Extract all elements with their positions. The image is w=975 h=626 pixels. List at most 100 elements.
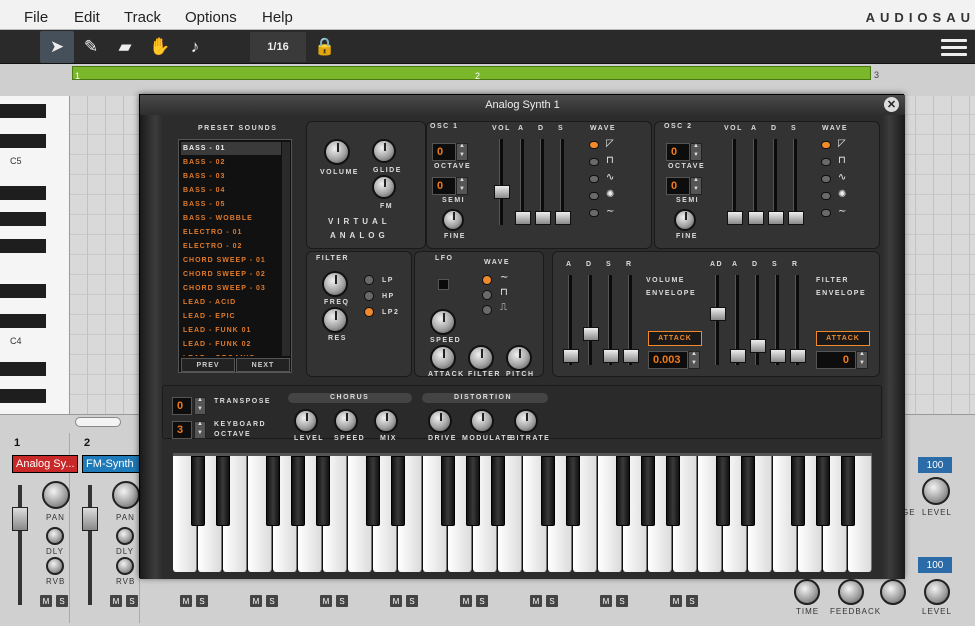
pointer-tool-button[interactable]: ➤ bbox=[40, 31, 74, 63]
next-preset-button[interactable]: NEXT bbox=[236, 358, 290, 372]
black-key[interactable] bbox=[0, 389, 46, 403]
black-key[interactable] bbox=[541, 456, 555, 526]
filter-freq-knob[interactable] bbox=[322, 271, 348, 297]
preset-item[interactable]: CHORD SWEEP - 02 bbox=[181, 268, 281, 281]
osc2-vol-slider[interactable] bbox=[727, 139, 743, 225]
solo-button[interactable]: S bbox=[196, 595, 208, 607]
virtual-keyboard[interactable] bbox=[173, 453, 872, 572]
slider-handle[interactable] bbox=[788, 211, 804, 225]
black-key[interactable] bbox=[366, 456, 380, 526]
pan-knob[interactable] bbox=[42, 481, 70, 509]
black-key[interactable] bbox=[0, 284, 46, 298]
osc2-wave-tri-led[interactable] bbox=[821, 175, 831, 183]
black-key[interactable] bbox=[216, 456, 230, 526]
slider-handle[interactable] bbox=[494, 185, 510, 199]
level-knob[interactable] bbox=[924, 579, 950, 605]
solo-button[interactable]: S bbox=[546, 595, 558, 607]
volume-fader[interactable] bbox=[12, 485, 28, 605]
osc1-semi-spinner[interactable] bbox=[456, 177, 468, 195]
slider-handle[interactable] bbox=[790, 349, 806, 363]
osc1-semi-field[interactable]: 0 bbox=[432, 177, 456, 195]
black-key[interactable] bbox=[641, 456, 655, 526]
osc1-vol-slider[interactable] bbox=[494, 139, 510, 225]
mute-button[interactable]: M bbox=[250, 595, 262, 607]
instrument-selector[interactable]: FM-Synth bbox=[82, 455, 146, 473]
black-key[interactable] bbox=[0, 104, 46, 118]
slider-handle[interactable] bbox=[623, 349, 639, 363]
black-key[interactable] bbox=[0, 362, 46, 376]
black-key[interactable] bbox=[666, 456, 680, 526]
slider-handle[interactable] bbox=[563, 349, 579, 363]
prev-preset-button[interactable]: PREV bbox=[181, 358, 235, 372]
venv-value-spinner[interactable] bbox=[688, 351, 700, 369]
pencil-tool-button[interactable]: ✎ bbox=[74, 31, 108, 63]
mute-button[interactable]: M bbox=[530, 595, 542, 607]
lfo-speed-knob[interactable] bbox=[430, 309, 456, 335]
osc2-octave-field[interactable]: 0 bbox=[666, 143, 690, 161]
fenv-decay-slider[interactable] bbox=[750, 275, 766, 365]
black-key[interactable] bbox=[741, 456, 755, 526]
preset-item[interactable]: ELECTRO - 01 bbox=[181, 226, 281, 239]
preset-item[interactable]: LEAD - FUNK 02 bbox=[181, 338, 281, 351]
lfo-filter-knob[interactable] bbox=[468, 345, 494, 371]
black-key[interactable] bbox=[0, 186, 46, 200]
preset-item[interactable]: LEAD - ACID bbox=[181, 296, 281, 309]
black-key[interactable] bbox=[266, 456, 280, 526]
filter-lp-led[interactable] bbox=[364, 275, 374, 285]
solo-button[interactable]: S bbox=[406, 595, 418, 607]
black-key[interactable] bbox=[616, 456, 630, 526]
keyboard-octave-spinner[interactable] bbox=[194, 421, 206, 439]
level-knob[interactable] bbox=[922, 477, 950, 505]
feedback-knob[interactable] bbox=[838, 579, 864, 605]
menu-edit[interactable]: Edit bbox=[74, 9, 100, 26]
slider-handle[interactable] bbox=[750, 339, 766, 353]
delay-knob[interactable] bbox=[116, 527, 134, 545]
preset-item[interactable]: BASS - 03 bbox=[181, 170, 281, 183]
solo-button[interactable]: S bbox=[686, 595, 698, 607]
filter-res-knob[interactable] bbox=[322, 307, 348, 333]
black-key[interactable] bbox=[716, 456, 730, 526]
black-key[interactable] bbox=[816, 456, 830, 526]
mute-button[interactable]: M bbox=[180, 595, 192, 607]
chorus-level-knob[interactable] bbox=[294, 409, 318, 433]
horizontal-scrollbar[interactable] bbox=[75, 417, 121, 427]
black-key[interactable] bbox=[0, 239, 46, 253]
preset-item[interactable]: CHORD SWEEP - 03 bbox=[181, 282, 281, 295]
solo-button[interactable]: S bbox=[476, 595, 488, 607]
pan-knob[interactable] bbox=[112, 481, 140, 509]
black-key[interactable] bbox=[316, 456, 330, 526]
mute-button[interactable]: M bbox=[110, 595, 122, 607]
lfo-wave-pulse-led[interactable] bbox=[482, 305, 492, 315]
slider-handle[interactable] bbox=[603, 349, 619, 363]
fenv-value-spinner[interactable] bbox=[856, 351, 868, 369]
black-key[interactable] bbox=[391, 456, 405, 526]
volume-fader[interactable] bbox=[82, 485, 98, 605]
venv-release-slider[interactable] bbox=[623, 275, 639, 365]
mute-button[interactable]: M bbox=[600, 595, 612, 607]
black-key[interactable] bbox=[791, 456, 805, 526]
preset-item[interactable]: CHORD SWEEP - 01 bbox=[181, 254, 281, 267]
solo-button[interactable]: S bbox=[616, 595, 628, 607]
black-key[interactable] bbox=[491, 456, 505, 526]
preset-item[interactable]: BASS - 05 bbox=[181, 198, 281, 211]
solo-button[interactable]: S bbox=[336, 595, 348, 607]
black-key[interactable] bbox=[0, 134, 46, 148]
osc1-wave-square-led[interactable] bbox=[589, 158, 599, 166]
osc1-octave-spinner[interactable] bbox=[456, 143, 468, 161]
snap-lock-button[interactable]: 🔒 bbox=[308, 31, 342, 63]
osc1-octave-field[interactable]: 0 bbox=[432, 143, 456, 161]
chorus-speed-knob[interactable] bbox=[334, 409, 358, 433]
mute-button[interactable]: M bbox=[390, 595, 402, 607]
distortion-modulate-knob[interactable] bbox=[470, 409, 494, 433]
black-key[interactable] bbox=[0, 212, 46, 226]
osc2-wave-square-led[interactable] bbox=[821, 158, 831, 166]
osc2-attack-slider[interactable] bbox=[748, 139, 764, 225]
slider-handle[interactable] bbox=[768, 211, 784, 225]
close-button[interactable]: ✕ bbox=[884, 97, 899, 112]
slider-handle[interactable] bbox=[770, 349, 786, 363]
osc2-semi-field[interactable]: 0 bbox=[666, 177, 690, 195]
fm-knob[interactable] bbox=[372, 175, 396, 199]
fader-handle[interactable] bbox=[82, 507, 98, 531]
preset-item[interactable]: LEAD - EPIC bbox=[181, 310, 281, 323]
fenv-amount-slider[interactable] bbox=[710, 275, 726, 365]
